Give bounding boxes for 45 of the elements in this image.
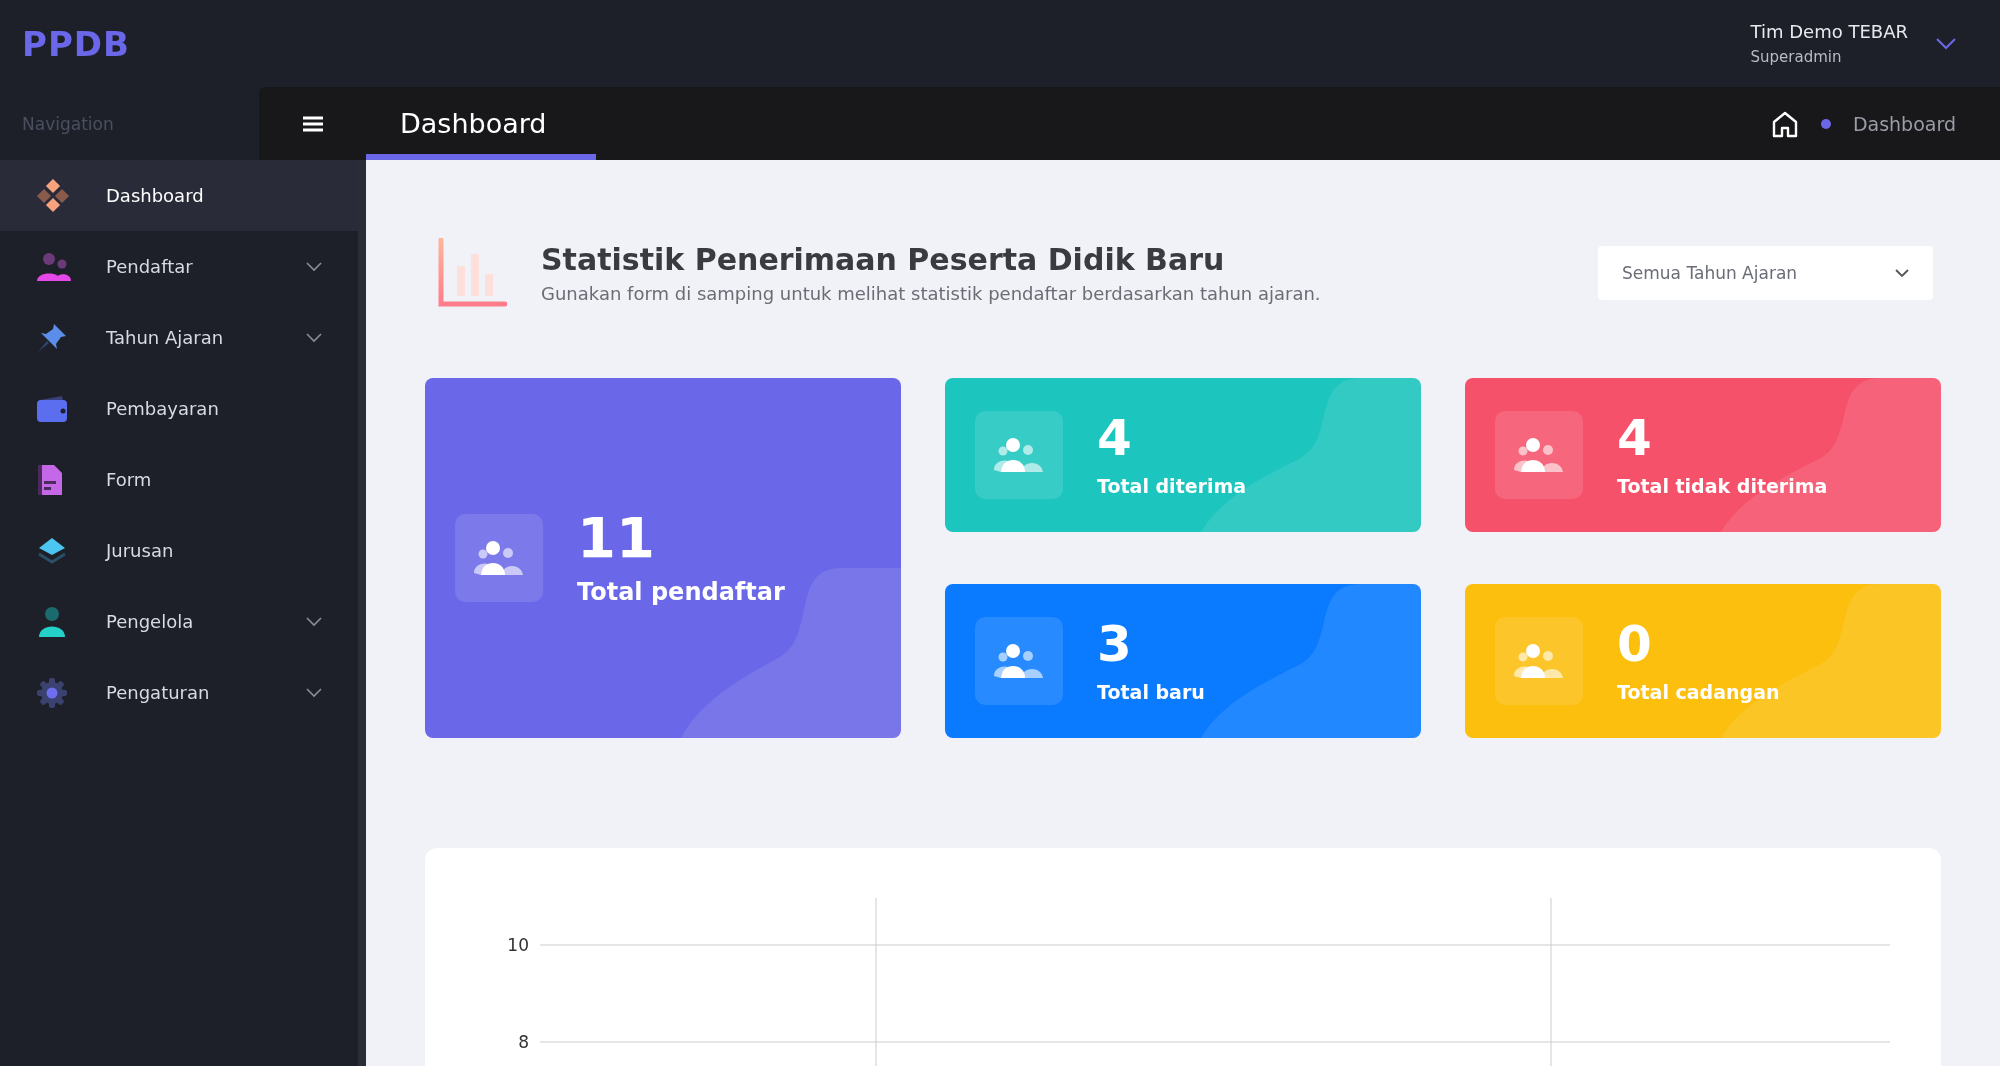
stat-label: Total pendaftar — [577, 578, 785, 606]
gear-icon — [36, 676, 68, 709]
diamonds-icon — [36, 178, 70, 213]
y-axis-label: 8 — [518, 1032, 529, 1052]
page-subtitle: Gunakan form di samping untuk melihat statistik pendaftar berdasarkan tahun ajaran. — [541, 283, 1322, 304]
person-icon — [36, 605, 68, 638]
y-axis-label: 10 — [507, 935, 529, 955]
stat-label: Total tidak diterima — [1617, 475, 1828, 497]
sidebar-item[interactable]: Pendaftar — [0, 231, 358, 302]
stat-value: 4 — [1097, 413, 1133, 463]
sidebar-item[interactable]: Jurusan — [0, 515, 358, 586]
people-icon — [993, 436, 1045, 474]
people-icon — [473, 539, 525, 577]
document-icon — [36, 462, 64, 497]
people-icon — [1513, 436, 1565, 474]
menu-icon[interactable] — [302, 115, 323, 132]
chevron-down-icon[interactable] — [1936, 37, 1956, 50]
stat-value: 11 — [577, 510, 656, 566]
pin-icon — [36, 321, 68, 354]
stat-label: Total cadangan — [1617, 681, 1780, 703]
stat-label: Total diterima — [1097, 475, 1247, 497]
sidebar-item[interactable]: Pengelola — [0, 586, 358, 657]
people-icon — [993, 642, 1045, 680]
bar-chart-icon — [437, 238, 507, 308]
people-icon — [36, 251, 72, 282]
breadcrumb-item[interactable]: Dashboard — [1852, 112, 1956, 135]
breadcrumb-separator-icon — [1820, 118, 1831, 129]
people-icon — [1513, 642, 1565, 680]
sidebar-item[interactable]: Form — [0, 444, 358, 515]
chevron-down-icon — [1895, 268, 1909, 278]
user-role: Superadmin — [1750, 48, 1843, 66]
sidebar-item[interactable]: Dashboard — [0, 160, 358, 231]
user-name: Tim Demo TEBAR — [1750, 21, 1908, 42]
stat-value: 3 — [1097, 619, 1133, 669]
year-dropdown[interactable]: Semua Tahun Ajaran — [1598, 246, 1933, 300]
stat-label: Total baru — [1097, 681, 1205, 703]
page-title: Statistik Penerimaan Peserta Didik Baru — [541, 242, 1226, 277]
app-logo[interactable]: PPDB — [22, 23, 130, 64]
wallet-icon — [36, 393, 68, 424]
home-icon[interactable] — [1770, 109, 1799, 138]
sidebar-item[interactable]: Pengaturan — [0, 657, 358, 728]
stat-value: 0 — [1617, 619, 1653, 669]
sidebar-item[interactable]: Tahun Ajaran — [0, 302, 358, 373]
stat-value: 4 — [1617, 413, 1653, 463]
sidebar-item[interactable]: Pembayaran — [0, 373, 358, 444]
